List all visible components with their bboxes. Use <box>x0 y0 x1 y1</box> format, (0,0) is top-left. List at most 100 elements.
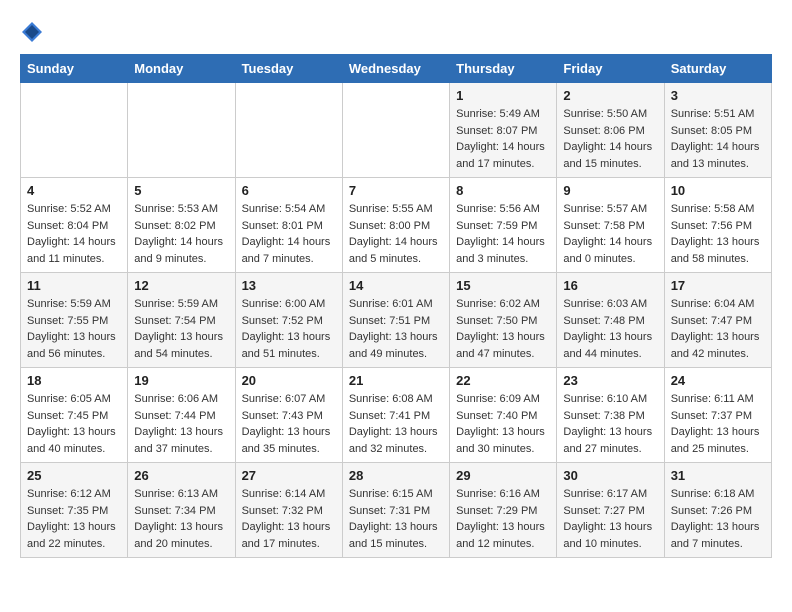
day-header-sunday: Sunday <box>21 55 128 83</box>
calendar-week-row: 25 Sunrise: 6:12 AM Sunset: 7:35 PM Dayli… <box>21 463 772 558</box>
calendar-week-row: 4 Sunrise: 5:52 AM Sunset: 8:04 PM Daylig… <box>21 178 772 273</box>
calendar-cell: 26 Sunrise: 6:13 AM Sunset: 7:34 PM Dayli… <box>128 463 235 558</box>
day-number: 11 <box>27 278 121 293</box>
day-number: 31 <box>671 468 765 483</box>
day-number: 8 <box>456 183 550 198</box>
day-number: 7 <box>349 183 443 198</box>
day-info: Sunrise: 6:05 AM Sunset: 7:45 PM Dayligh… <box>27 391 121 457</box>
day-number: 27 <box>242 468 336 483</box>
calendar-cell: 27 Sunrise: 6:14 AM Sunset: 7:32 PM Dayli… <box>235 463 342 558</box>
day-info: Sunrise: 6:13 AM Sunset: 7:34 PM Dayligh… <box>134 486 228 552</box>
calendar-cell: 3 Sunrise: 5:51 AM Sunset: 8:05 PM Daylig… <box>664 83 771 178</box>
day-info: Sunrise: 5:53 AM Sunset: 8:02 PM Dayligh… <box>134 201 228 267</box>
calendar-cell: 10 Sunrise: 5:58 AM Sunset: 7:56 PM Dayli… <box>664 178 771 273</box>
day-info: Sunrise: 6:14 AM Sunset: 7:32 PM Dayligh… <box>242 486 336 552</box>
day-number: 22 <box>456 373 550 388</box>
day-number: 20 <box>242 373 336 388</box>
day-info: Sunrise: 5:58 AM Sunset: 7:56 PM Dayligh… <box>671 201 765 267</box>
day-number: 24 <box>671 373 765 388</box>
day-info: Sunrise: 5:56 AM Sunset: 7:59 PM Dayligh… <box>456 201 550 267</box>
calendar-cell: 18 Sunrise: 6:05 AM Sunset: 7:45 PM Dayli… <box>21 368 128 463</box>
day-info: Sunrise: 5:54 AM Sunset: 8:01 PM Dayligh… <box>242 201 336 267</box>
day-info: Sunrise: 6:12 AM Sunset: 7:35 PM Dayligh… <box>27 486 121 552</box>
day-info: Sunrise: 6:02 AM Sunset: 7:50 PM Dayligh… <box>456 296 550 362</box>
calendar-cell: 19Sunrise: 6:06 AM Sunset: 7:44 PM Dayli… <box>128 368 235 463</box>
day-info: Sunrise: 6:09 AM Sunset: 7:40 PM Dayligh… <box>456 391 550 457</box>
day-info: Sunrise: 6:18 AM Sunset: 7:26 PM Dayligh… <box>671 486 765 552</box>
day-number: 9 <box>563 183 657 198</box>
calendar-cell: 28Sunrise: 6:15 AM Sunset: 7:31 PM Dayli… <box>342 463 449 558</box>
day-info: Sunrise: 6:08 AM Sunset: 7:41 PM Dayligh… <box>349 391 443 457</box>
day-number: 5 <box>134 183 228 198</box>
day-info: Sunrise: 5:50 AM Sunset: 8:06 PM Dayligh… <box>563 106 657 172</box>
day-number: 25 <box>27 468 121 483</box>
day-info: Sunrise: 5:57 AM Sunset: 7:58 PM Dayligh… <box>563 201 657 267</box>
day-info: Sunrise: 6:04 AM Sunset: 7:47 PM Dayligh… <box>671 296 765 362</box>
day-header-monday: Monday <box>128 55 235 83</box>
day-info: Sunrise: 6:07 AM Sunset: 7:43 PM Dayligh… <box>242 391 336 457</box>
day-number: 30 <box>563 468 657 483</box>
day-number: 18 <box>27 373 121 388</box>
calendar-cell: 4 Sunrise: 5:52 AM Sunset: 8:04 PM Daylig… <box>21 178 128 273</box>
day-number: 10 <box>671 183 765 198</box>
day-number: 13 <box>242 278 336 293</box>
day-header-saturday: Saturday <box>664 55 771 83</box>
calendar-cell: 15 Sunrise: 6:02 AM Sunset: 7:50 PM Dayli… <box>450 273 557 368</box>
day-info: Sunrise: 5:52 AM Sunset: 8:04 PM Dayligh… <box>27 201 121 267</box>
day-info: Sunrise: 6:15 AM Sunset: 7:31 PM Dayligh… <box>349 486 443 552</box>
day-info: Sunrise: 5:59 AM Sunset: 7:54 PM Dayligh… <box>134 296 228 362</box>
day-info: Sunrise: 5:49 AM Sunset: 8:07 PM Dayligh… <box>456 106 550 172</box>
calendar-cell: 29Sunrise: 6:16 AM Sunset: 7:29 PM Dayli… <box>450 463 557 558</box>
calendar-week-row: 11Sunrise: 5:59 AM Sunset: 7:55 PM Dayli… <box>21 273 772 368</box>
page-header <box>20 20 772 44</box>
day-info: Sunrise: 6:11 AM Sunset: 7:37 PM Dayligh… <box>671 391 765 457</box>
day-number: 2 <box>563 88 657 103</box>
logo-icon <box>20 20 44 44</box>
day-info: Sunrise: 5:55 AM Sunset: 8:00 PM Dayligh… <box>349 201 443 267</box>
day-number: 4 <box>27 183 121 198</box>
calendar-cell: 13 Sunrise: 6:00 AM Sunset: 7:52 PM Dayli… <box>235 273 342 368</box>
calendar-header-row: SundayMondayTuesdayWednesdayThursdayFrid… <box>21 55 772 83</box>
calendar-cell: 17 Sunrise: 6:04 AM Sunset: 7:47 PM Dayli… <box>664 273 771 368</box>
logo <box>20 20 48 44</box>
calendar-cell: 14 Sunrise: 6:01 AM Sunset: 7:51 PM Dayli… <box>342 273 449 368</box>
calendar-cell: 7 Sunrise: 5:55 AM Sunset: 8:00 PM Daylig… <box>342 178 449 273</box>
day-number: 15 <box>456 278 550 293</box>
calendar-cell: 31 Sunrise: 6:18 AM Sunset: 7:26 PM Dayli… <box>664 463 771 558</box>
day-info: Sunrise: 6:16 AM Sunset: 7:29 PM Dayligh… <box>456 486 550 552</box>
day-number: 21 <box>349 373 443 388</box>
day-info: Sunrise: 6:06 AM Sunset: 7:44 PM Dayligh… <box>134 391 228 457</box>
calendar-cell: 20 Sunrise: 6:07 AM Sunset: 7:43 PM Dayli… <box>235 368 342 463</box>
day-number: 26 <box>134 468 228 483</box>
day-number: 16 <box>563 278 657 293</box>
calendar-cell: 16 Sunrise: 6:03 AM Sunset: 7:48 PM Dayli… <box>557 273 664 368</box>
day-info: Sunrise: 6:00 AM Sunset: 7:52 PM Dayligh… <box>242 296 336 362</box>
day-info: Sunrise: 5:51 AM Sunset: 8:05 PM Dayligh… <box>671 106 765 172</box>
day-info: Sunrise: 6:03 AM Sunset: 7:48 PM Dayligh… <box>563 296 657 362</box>
day-number: 23 <box>563 373 657 388</box>
calendar-cell: 9 Sunrise: 5:57 AM Sunset: 7:58 PM Daylig… <box>557 178 664 273</box>
day-number: 14 <box>349 278 443 293</box>
day-info: Sunrise: 6:01 AM Sunset: 7:51 PM Dayligh… <box>349 296 443 362</box>
calendar-cell: 25 Sunrise: 6:12 AM Sunset: 7:35 PM Dayli… <box>21 463 128 558</box>
day-number: 17 <box>671 278 765 293</box>
calendar-cell: 8 Sunrise: 5:56 AM Sunset: 7:59 PM Daylig… <box>450 178 557 273</box>
calendar-cell: 23Sunrise: 6:10 AM Sunset: 7:38 PM Dayli… <box>557 368 664 463</box>
calendar-table: SundayMondayTuesdayWednesdayThursdayFrid… <box>20 54 772 558</box>
day-number: 12 <box>134 278 228 293</box>
calendar-cell: 21 Sunrise: 6:08 AM Sunset: 7:41 PM Dayli… <box>342 368 449 463</box>
day-header-thursday: Thursday <box>450 55 557 83</box>
day-header-tuesday: Tuesday <box>235 55 342 83</box>
calendar-cell: 12 Sunrise: 5:59 AM Sunset: 7:54 PM Dayli… <box>128 273 235 368</box>
calendar-cell: 22 Sunrise: 6:09 AM Sunset: 7:40 PM Dayli… <box>450 368 557 463</box>
day-number: 6 <box>242 183 336 198</box>
calendar-cell: 11Sunrise: 5:59 AM Sunset: 7:55 PM Dayli… <box>21 273 128 368</box>
calendar-cell: 6 Sunrise: 5:54 AM Sunset: 8:01 PM Daylig… <box>235 178 342 273</box>
calendar-cell: 24 Sunrise: 6:11 AM Sunset: 7:37 PM Dayli… <box>664 368 771 463</box>
calendar-cell <box>21 83 128 178</box>
calendar-cell <box>342 83 449 178</box>
calendar-week-row: 18 Sunrise: 6:05 AM Sunset: 7:45 PM Dayli… <box>21 368 772 463</box>
day-number: 3 <box>671 88 765 103</box>
calendar-week-row: 1Sunrise: 5:49 AM Sunset: 8:07 PM Daylig… <box>21 83 772 178</box>
calendar-cell <box>128 83 235 178</box>
